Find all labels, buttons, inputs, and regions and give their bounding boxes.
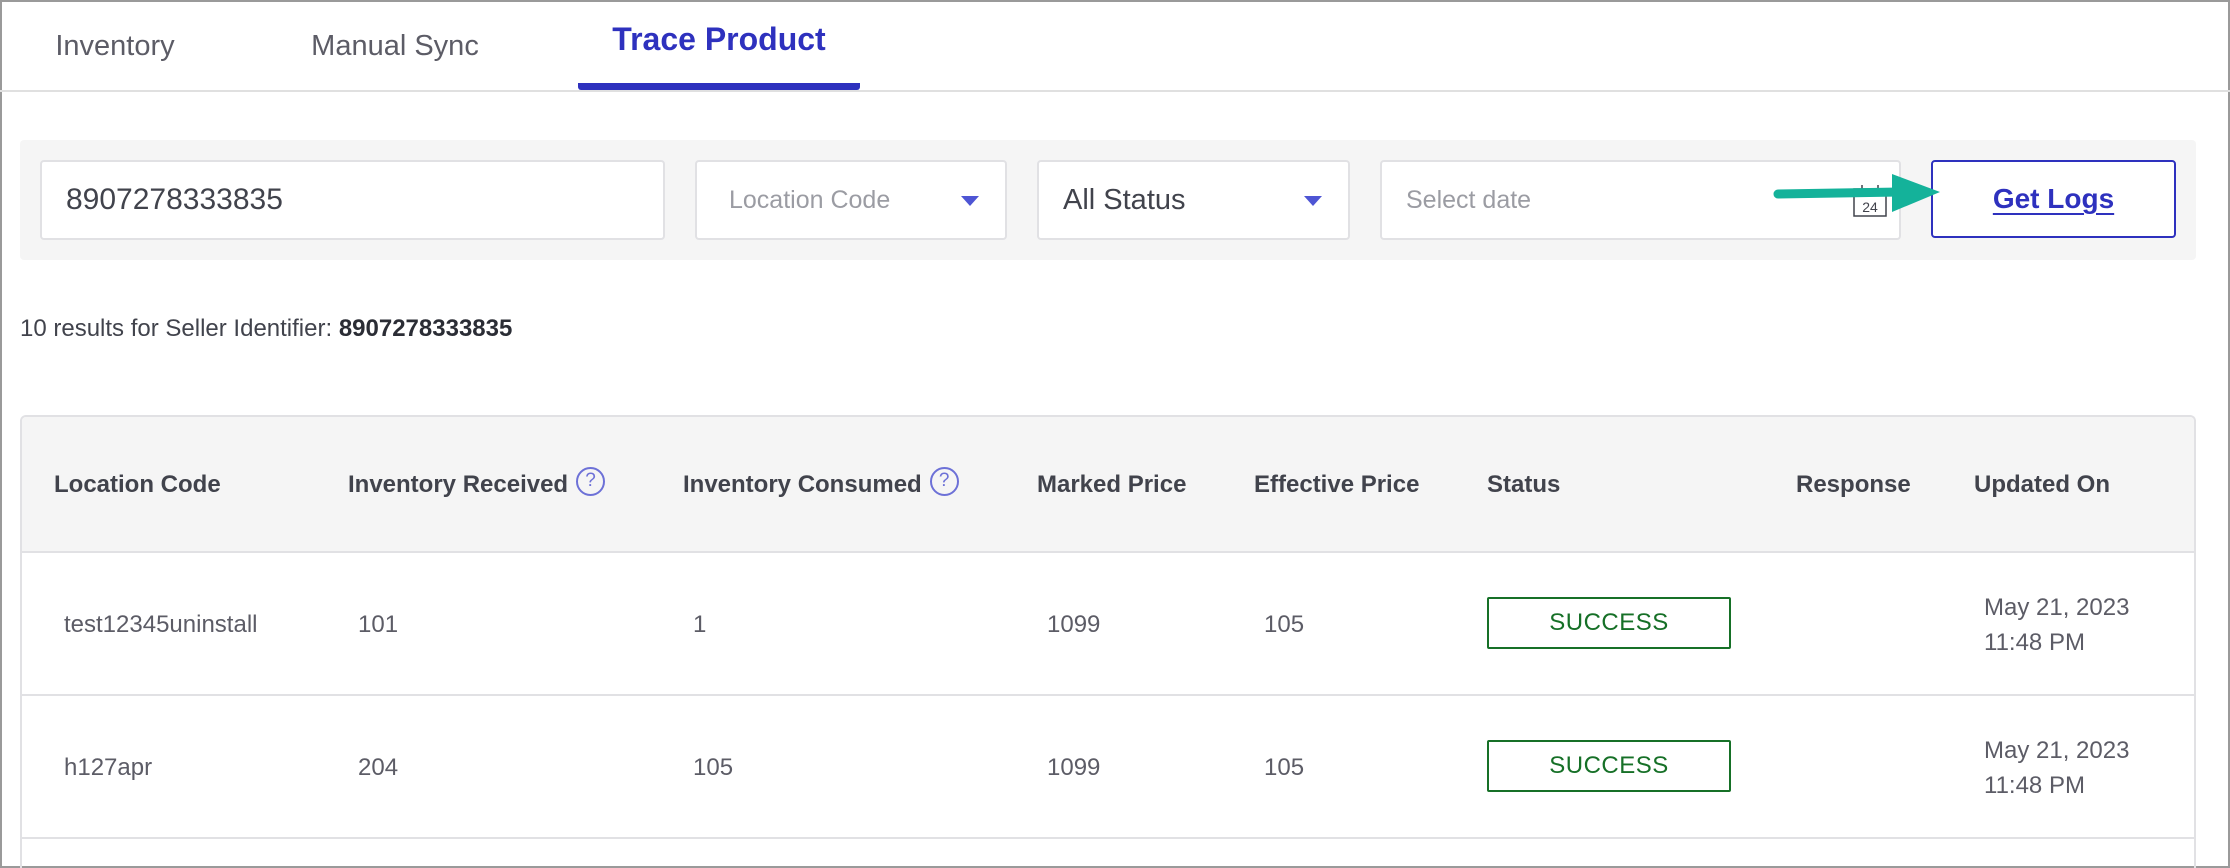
- cell-inventory-received: 101: [358, 610, 399, 638]
- tab-trace-product[interactable]: Trace Product: [578, 0, 860, 90]
- get-logs-button[interactable]: Get Logs: [1931, 160, 2176, 238]
- results-prefix: 10 results for Seller Identifier:: [20, 315, 333, 342]
- cell-location-code: test12345uninstall: [64, 610, 258, 638]
- cell-effective-price: 105: [1264, 610, 1305, 638]
- header-label: Location Code: [54, 471, 221, 498]
- location-code-placeholder: Location Code: [729, 185, 891, 214]
- header-inventory-consumed[interactable]: Inventory Consumed ?: [683, 417, 959, 553]
- annotation-arrow-icon: [1773, 174, 1940, 212]
- cell-updated-on: May 21, 2023 11:48 PM: [1984, 553, 2129, 696]
- tab-bar: Inventory Manual Sync Trace Product: [0, 0, 2230, 92]
- cell-inventory-consumed: 105: [693, 753, 734, 781]
- status-badge: SUCCESS: [1487, 597, 1731, 649]
- cell-marked-price: 1099: [1047, 753, 1101, 781]
- cell-inventory-received: 204: [358, 753, 399, 781]
- updated-time: 11:48 PM: [1984, 628, 2085, 656]
- header-effective-price[interactable]: Effective Price: [1254, 417, 1419, 553]
- updated-date: May 21, 2023: [1984, 736, 2130, 764]
- results-identifier: 8907278333835: [338, 315, 513, 342]
- header-label: Inventory Received: [348, 471, 569, 498]
- status-badge: SUCCESS: [1487, 740, 1731, 792]
- results-summary: 10 results for Seller Identifier: 890727…: [20, 315, 512, 343]
- seller-identifier-input[interactable]: 8907278333835: [40, 160, 665, 240]
- cell-inventory-consumed: 1: [693, 610, 707, 638]
- header-label: Effective Price: [1254, 471, 1420, 498]
- cell-updated-on: May 21, 2023 11:48 PM: [1984, 696, 2129, 839]
- status-dropdown[interactable]: All Status: [1037, 160, 1350, 240]
- status-selected-value: All Status: [1063, 183, 1186, 216]
- trace-logs-table: Location Code Inventory Received ? Inven…: [20, 415, 2196, 868]
- header-label: Response: [1796, 471, 1911, 498]
- header-label: Status: [1487, 471, 1561, 498]
- tab-manual-sync[interactable]: Manual Sync: [290, 0, 500, 92]
- header-label: Updated On: [1974, 471, 2110, 498]
- updated-date: May 21, 2023: [1984, 593, 2130, 621]
- header-inventory-received[interactable]: Inventory Received ?: [348, 417, 606, 553]
- cell-location-code: h127apr: [64, 753, 153, 781]
- cell-marked-price: 1099: [1047, 610, 1101, 638]
- header-updated-on[interactable]: Updated On: [1974, 417, 2110, 553]
- updated-time: 11:48 PM: [1984, 771, 2085, 799]
- cell-effective-price: 105: [1264, 753, 1305, 781]
- header-response[interactable]: Response: [1796, 417, 1911, 553]
- chevron-down-icon: [1304, 196, 1322, 206]
- table-row[interactable]: h127apr 204 105 1099 105 SUCCESS May 21,…: [22, 696, 2194, 839]
- table-row[interactable]: test12345uninstall 101 1 1099 105 SUCCES…: [22, 553, 2194, 696]
- header-label: Inventory Consumed: [683, 471, 922, 498]
- header-status[interactable]: Status: [1487, 417, 1560, 553]
- location-code-dropdown[interactable]: Location Code: [695, 160, 1007, 240]
- table-header: Location Code Inventory Received ? Inven…: [22, 417, 2194, 553]
- date-placeholder: Select date: [1406, 185, 1532, 214]
- chevron-down-icon: [961, 196, 979, 206]
- help-icon[interactable]: ?: [929, 466, 959, 496]
- header-marked-price[interactable]: Marked Price: [1037, 417, 1186, 553]
- tab-inventory[interactable]: Inventory: [40, 0, 190, 92]
- header-location-code[interactable]: Location Code: [54, 417, 221, 553]
- header-label: Marked Price: [1037, 471, 1187, 498]
- seller-identifier-value: 8907278333835: [66, 183, 283, 216]
- help-icon[interactable]: ?: [576, 466, 606, 496]
